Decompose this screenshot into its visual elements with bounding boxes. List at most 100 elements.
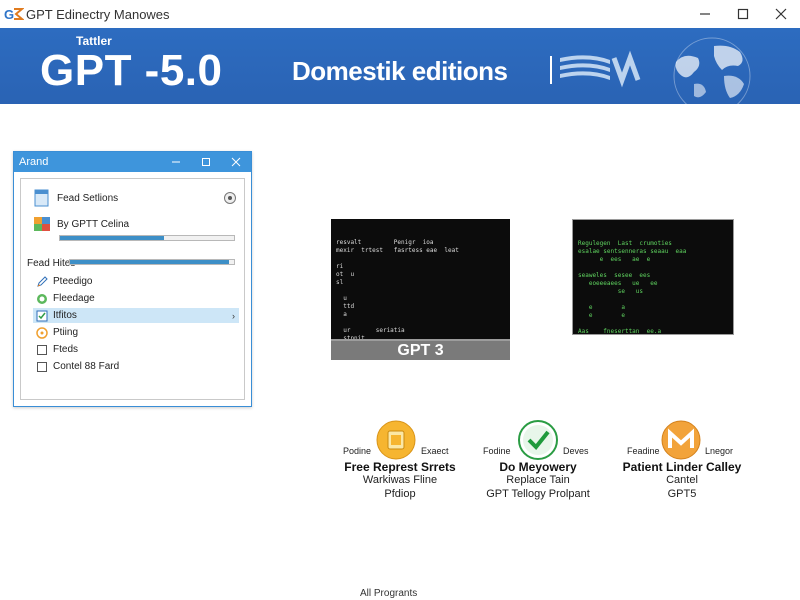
settings-dialog: Arand Fead Setlions By GPTT Celina Fead … [13, 151, 252, 407]
feature-title: Do Meyowery [499, 460, 577, 474]
close-icon [775, 8, 787, 20]
terminal-caption: GPT 3 [331, 339, 510, 360]
dialog-minimize-button[interactable] [161, 152, 191, 172]
feature-side-right: Exaect [421, 446, 449, 456]
terminal-line: e e [578, 312, 625, 319]
dialog-maximize-button[interactable] [191, 152, 221, 172]
terminal-line: sl [336, 279, 344, 286]
checkbox-icon [35, 360, 49, 374]
list-item-selected[interactable]: Itfitos › [33, 308, 239, 323]
terminal-window-green[interactable]: Regulegen Last crumoties esalae sentsenne… [572, 219, 734, 335]
list-item-label: Fleedage [53, 293, 95, 304]
feature-line: Warkiwas Fline [362, 474, 438, 486]
chat-bubble-icon [35, 326, 49, 340]
checkbox-icon [35, 343, 49, 357]
terminal-window[interactable]: resvalt Penigr ioa mexir trtest fasrtess … [331, 219, 510, 339]
app-tiles-icon [33, 215, 51, 233]
terminal-line: Aas fneserttan ee.a [578, 328, 662, 335]
feature-title: Patient Linder Calley [622, 460, 742, 474]
progress-bar-2 [69, 259, 235, 265]
dialog-header-row: Fead Setlions [33, 189, 118, 207]
chevron-right-icon: › [232, 310, 235, 321]
list-item[interactable]: Pteedigo [33, 274, 239, 289]
help-icon[interactable] [224, 191, 236, 204]
terminal-line: resvalt Penigr ioa [336, 239, 434, 246]
list-item[interactable]: Ptiing [33, 325, 239, 340]
close-icon [231, 157, 241, 167]
list-item-label: Itfitos [53, 310, 77, 321]
progress-fill-2 [70, 260, 230, 264]
footer-link[interactable]: All Progrants [360, 588, 417, 599]
terminal-line: esalae sentsenneras seaau eaa [578, 248, 687, 255]
feature-line: Cantel [666, 474, 698, 486]
minimize-icon [700, 13, 710, 15]
feature-line: Pfdiop [384, 488, 416, 500]
terminal-line: u [336, 295, 373, 302]
feature-line: Replace Tain [506, 474, 570, 486]
dialog-titlebar: Arand [14, 152, 251, 172]
window-controls [686, 0, 800, 28]
feature-tiles-icon [376, 420, 416, 460]
minimize-icon [172, 161, 180, 163]
list-item-label: Ptiing [53, 327, 79, 338]
list-item-label: Fteds [53, 344, 79, 355]
pencil-icon [35, 275, 49, 289]
dialog-body: Fead Setlions By GPTT Celina Fead Hites [20, 178, 245, 400]
dialog-title: Arand [19, 156, 49, 168]
list-item[interactable]: Fleedage [33, 291, 239, 306]
feature-title: Free Represt Srrets [344, 460, 456, 474]
banner-subtitle: Domestik editions [292, 56, 508, 86]
terminal-output: Regulegen Last crumoties esalae sentsenne… [578, 240, 728, 335]
list-item-label: Contel 88 Fard [53, 361, 120, 372]
terminal-line: Regulegen Last crumoties [578, 240, 672, 247]
terminal-line: ur seriatia [336, 327, 405, 334]
maximize-button[interactable] [724, 0, 762, 28]
dialog-close-button[interactable] [221, 152, 251, 172]
close-button[interactable] [762, 0, 800, 28]
feature-line: GPT5 [667, 488, 697, 500]
banner-title: GPT -5.0 [40, 46, 223, 95]
progress-label: By GPTT Celina [57, 218, 130, 230]
list-item[interactable]: Contel 88 Fard [33, 359, 239, 374]
terminal-line: e a [578, 304, 625, 311]
feature-side-right: Lnegor [705, 446, 734, 456]
terminal-line: e ees ae e [578, 256, 651, 263]
terminal-line: seaweles sesee ees [578, 272, 651, 279]
terminal-line: a [336, 311, 347, 318]
terminal-line: eoeeeaees ue ee [578, 280, 658, 287]
svg-text:G: G [4, 7, 14, 22]
maximize-icon [737, 8, 749, 20]
m-badge-icon [661, 420, 701, 460]
terminal-line: ot u [336, 271, 355, 278]
feature-side-left: Feadine [627, 446, 660, 456]
checkbox-checked-icon [35, 309, 49, 323]
terminal-line: ri [336, 263, 344, 270]
feature-side-left: Fodine [483, 446, 511, 456]
brand-logo-icon [550, 50, 641, 88]
terminal-line: ttd [336, 303, 355, 310]
dialog-header-label: Fead Setlions [57, 192, 119, 204]
green-circle-icon [35, 292, 49, 306]
feature-side-right: Deves [563, 446, 589, 456]
list-item-label: Pteedigo [53, 276, 93, 287]
window-titlebar: G GPT Edinectry Manowes [0, 0, 800, 28]
progress-bar-1 [59, 235, 235, 241]
app-logo-icon: G [4, 6, 24, 22]
feature-side-left: Podine [343, 446, 372, 456]
terminal-line: mexir trtest fasrtess eae leat [336, 247, 459, 254]
progress-row: By GPTT Celina [33, 215, 129, 233]
window-title: GPT Edinectry Manowes [26, 6, 170, 22]
terminal-output: resvalt Penigr ioa mexir trtest fasrtess … [336, 239, 505, 339]
feature-line: GPT Tellogy Prolpant [486, 488, 590, 500]
maximize-icon [202, 158, 210, 166]
list-item[interactable]: Fteds [33, 342, 239, 357]
checkmark-icon [518, 420, 558, 460]
minimize-button[interactable] [686, 0, 724, 28]
progress-fill-1 [60, 236, 165, 240]
